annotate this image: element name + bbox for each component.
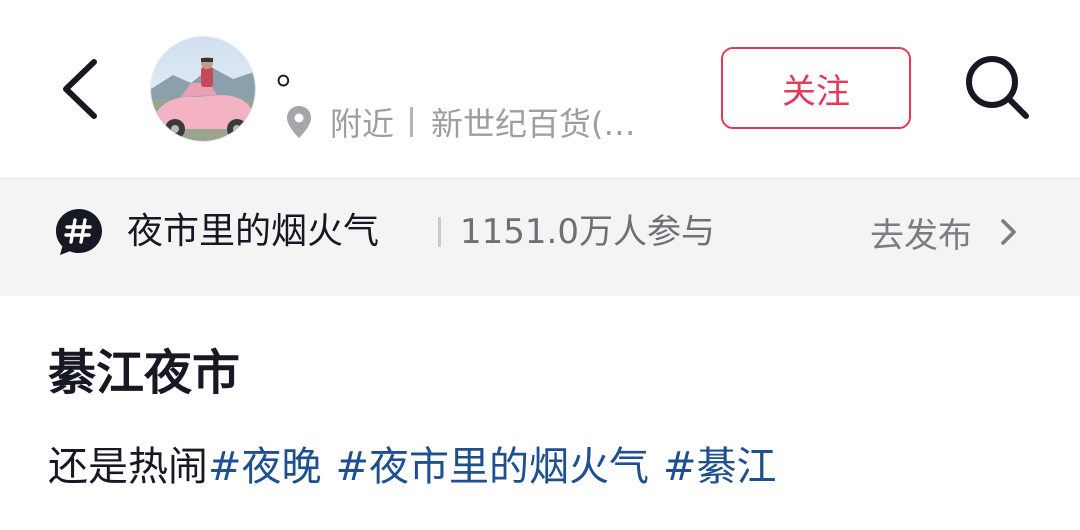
nearby-label: 附近: [330, 105, 395, 143]
username[interactable]: 。: [276, 44, 314, 98]
location-pin-icon: [287, 106, 311, 138]
post-description: 还是热闹#夜晚 #夜市里的烟火气 #綦江: [48, 438, 777, 496]
topic-bar[interactable]: 夜市里的烟火气 1151.0万人参与 去发布: [0, 178, 1080, 296]
topic-divider: [438, 217, 441, 247]
avatar[interactable]: [150, 36, 256, 142]
back-button[interactable]: [56, 56, 106, 122]
topic-name[interactable]: 夜市里的烟火气: [127, 207, 379, 257]
hashtag-link[interactable]: #綦江: [663, 444, 777, 490]
publish-button[interactable]: 去发布: [870, 207, 1020, 257]
post-title: 綦江夜市: [48, 345, 241, 401]
location-divider: [410, 107, 414, 137]
chevron-right-icon: [1001, 219, 1016, 245]
topic-participants: 1151.0万人参与: [460, 212, 715, 252]
description-text: 还是热闹: [48, 444, 208, 490]
follow-button-label: 关注: [782, 71, 850, 112]
header-bar: 。 附近 新世纪百货(… 关注: [0, 0, 1080, 178]
hashtag-bubble-icon: [56, 209, 102, 255]
search-icon[interactable]: [962, 52, 1032, 122]
location-row[interactable]: 附近 新世纪百货(…: [284, 100, 636, 144]
publish-label: 去发布: [870, 215, 972, 256]
avatar-image: [151, 37, 255, 141]
hashtag-link[interactable]: #夜晚: [208, 444, 322, 490]
follow-button[interactable]: 关注: [721, 47, 911, 129]
hashtag-link[interactable]: #夜市里的烟火气: [336, 444, 650, 490]
place-name: 新世纪百货(…: [431, 105, 636, 143]
